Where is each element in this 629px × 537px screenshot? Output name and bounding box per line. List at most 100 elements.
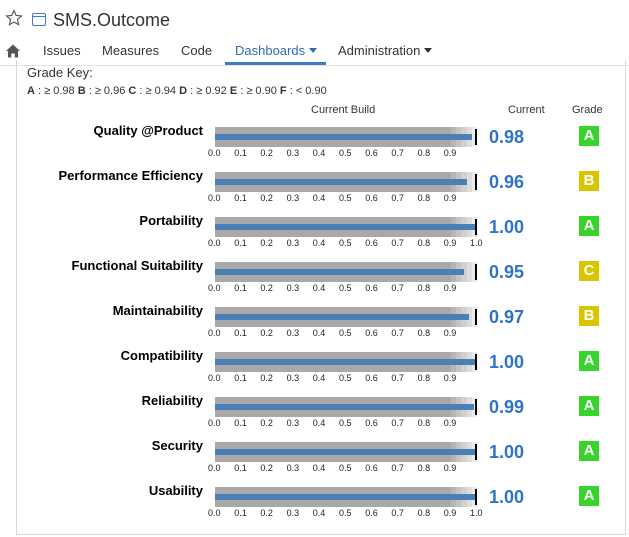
axis-tick-label: 0.1 [234, 238, 247, 248]
axis-tick-label: 0.8 [417, 148, 431, 158]
axis-tick-label: 0.5 [339, 193, 352, 203]
axis-tick-label: 0.4 [312, 508, 326, 518]
nav-administration[interactable]: Administration [338, 43, 433, 58]
grade-key-rule: : ≥ 0.96 [88, 85, 126, 97]
bullet-value-bar [215, 269, 464, 275]
metric-value: 0.96 [489, 172, 525, 192]
bullet-chart[interactable] [215, 442, 477, 462]
metric-label: Portability [139, 213, 203, 228]
axis-ticks: 0.0 0.1 0.2 0.3 0.4 0.5 0.6 0.7 0.8 0.9 [208, 283, 488, 295]
axis-tick-label: 0.8 [417, 238, 431, 248]
metric-label: Security [151, 438, 203, 453]
axis-tick-label: 0.3 [286, 463, 300, 473]
star-icon[interactable] [5, 9, 23, 27]
axis-tick-label: 0.4 [312, 373, 326, 383]
axis-tick-label: 0.3 [286, 328, 300, 338]
axis-tick-label: 0.0 [208, 283, 221, 293]
metric-value: 1.00 [489, 442, 525, 462]
axis-tick-label: 0.8 [417, 283, 431, 293]
bullet-value-bar [215, 449, 475, 455]
bullet-chart[interactable] [215, 262, 477, 282]
axis-tick-label: 0.5 [339, 418, 352, 428]
axis-ticks: 0.0 0.1 0.2 0.3 0.4 0.5 0.6 0.7 0.8 0.9 [208, 463, 488, 475]
chevron-down-icon [424, 48, 433, 53]
axis-tick-label: 0.9 [443, 148, 457, 158]
axis-tick-label: 0.3 [286, 193, 300, 203]
axis-tick-label: 0.1 [234, 463, 247, 473]
metric-label: Maintainability [112, 303, 203, 318]
project-title[interactable]: SMS.Outcome [53, 10, 170, 31]
axis-ticks: 0.0 0.1 0.2 0.3 0.4 0.5 0.6 0.7 0.8 0.9 [208, 328, 488, 340]
axis-tick-label: 0.8 [417, 373, 431, 383]
axis-ticks: 0.0 0.1 0.2 0.3 0.4 0.5 0.6 0.7 0.8 0.9 [208, 148, 488, 160]
axis-tick-label: 0.1 [234, 508, 247, 518]
bullet-chart[interactable] [215, 172, 477, 192]
axis-tick-label: 0.6 [365, 328, 378, 338]
home-icon[interactable] [5, 43, 21, 59]
bullet-chart[interactable] [215, 127, 477, 147]
bullet-target-marker [475, 264, 477, 280]
bullet-target-marker [475, 174, 477, 190]
axis-tick-label: 0.1 [234, 328, 247, 338]
axis-tick-label: 0.8 [417, 328, 431, 338]
axis-tick-label: 0.2 [260, 193, 273, 203]
bullet-value-bar [215, 314, 470, 320]
metric-label: Quality @Product [93, 123, 203, 138]
axis-tick-label: 0.9 [443, 238, 457, 248]
bullet-target-marker [475, 399, 477, 415]
grade-badge: A [579, 126, 599, 146]
bullet-chart[interactable] [215, 487, 477, 507]
axis-tick-label: 0.9 [443, 508, 457, 518]
axis-ticks: 0.0 0.1 0.2 0.3 0.4 0.5 0.6 0.7 0.8 0.9 [208, 373, 488, 385]
axis-tick-label: 0.3 [286, 148, 300, 158]
metric-value: 1.00 [489, 217, 525, 237]
column-header-grade: Grade [572, 104, 603, 116]
axis-tick-label: 0.2 [260, 328, 273, 338]
bullet-target-marker [475, 219, 477, 235]
bullet-value-bar [215, 494, 475, 500]
axis-tick-label: 0.2 [260, 418, 273, 428]
bullet-chart[interactable] [215, 352, 477, 372]
grade-key-legend: A : ≥ 0.98 B : ≥ 0.96 C : ≥ 0.94 D : ≥ 0… [27, 85, 327, 97]
metric-label: Reliability [141, 393, 203, 408]
metric-label: Usability [148, 483, 203, 498]
metric-value: 1.00 [489, 487, 525, 507]
nav-measures[interactable]: Measures [102, 43, 159, 58]
bullet-value-bar [215, 179, 467, 185]
axis-tick-label: 0.4 [312, 148, 326, 158]
axis-tick-label: 0.1 [234, 193, 247, 203]
nav-code[interactable]: Code [181, 43, 212, 58]
bullet-chart[interactable] [215, 397, 477, 417]
axis-tick-label: 0.2 [260, 238, 273, 248]
metric-value: 0.99 [489, 397, 525, 417]
axis-tick-label: 0.7 [391, 193, 404, 203]
axis-tick-label: 0.8 [417, 418, 431, 428]
bullet-chart[interactable] [215, 307, 477, 327]
axis-tick-label: 0.0 [208, 418, 221, 428]
grade-badge: C [579, 261, 599, 281]
metric-label: Performance Efficiency [58, 168, 203, 183]
axis-tick-label: 0.5 [339, 148, 352, 158]
axis-tick-label: 0.6 [365, 148, 378, 158]
axis-tick-label: 0.7 [391, 508, 404, 518]
grade-key-letter: A [27, 85, 35, 97]
grade-badge: A [579, 351, 599, 371]
axis-tick-label: 0.9 [443, 418, 457, 428]
axis-tick-label: 0.6 [365, 463, 378, 473]
bullet-chart[interactable] [215, 217, 477, 237]
axis-tick-label: 0.1 [234, 373, 247, 383]
axis-tick-label: 0.8 [417, 463, 431, 473]
axis-tick-label: 0.6 [365, 238, 378, 248]
nav-issues[interactable]: Issues [43, 43, 81, 58]
axis-tick-label: 0.5 [339, 508, 352, 518]
axis-tick-label: 0.5 [339, 463, 352, 473]
bullet-target-marker [475, 489, 477, 505]
axis-tick-label: 0.2 [260, 508, 273, 518]
axis-tick-label: 0.6 [365, 508, 378, 518]
axis-tick-label: 0.5 [339, 328, 352, 338]
metric-value: 1.00 [489, 352, 525, 372]
nav-dashboards[interactable]: Dashboards [235, 43, 318, 58]
axis-tick-label: 0.7 [391, 148, 404, 158]
axis-ticks: 0.0 0.1 0.2 0.3 0.4 0.5 0.6 0.7 0.8 0.9 1.0 [208, 238, 488, 250]
grade-key-rule: : ≥ 0.90 [240, 85, 277, 97]
